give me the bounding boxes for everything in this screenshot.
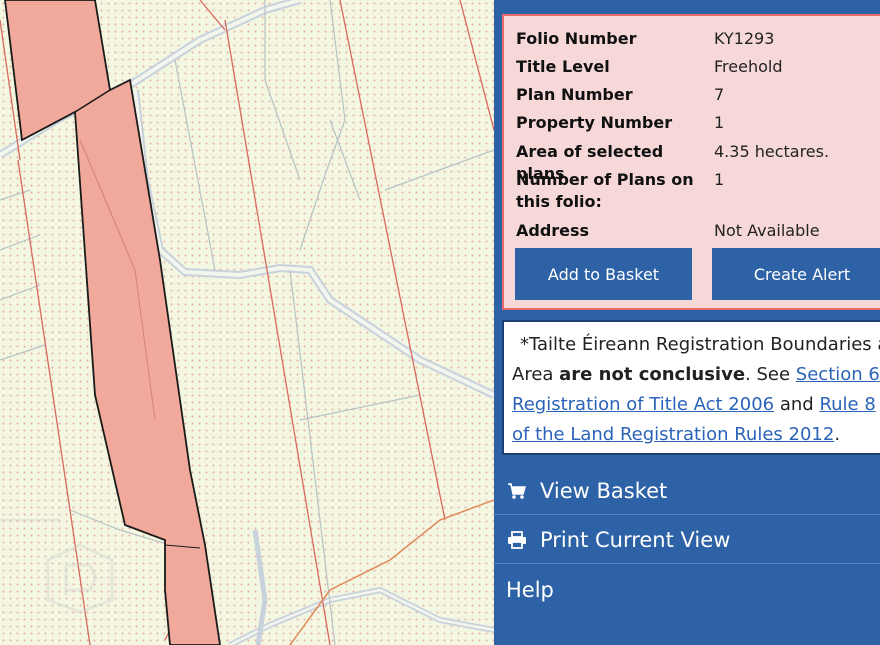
side-panel: Folio Number KY1293 Title Level Freehold… <box>494 0 880 645</box>
notice-line-4: of the Land Registration Rules 2012. <box>512 420 880 450</box>
view-basket-menu-item[interactable]: View Basket <box>494 467 880 515</box>
title-level-label: Title Level <box>516 57 610 76</box>
map-drawing <box>0 0 494 645</box>
notice-text: and <box>774 394 820 415</box>
address-value: Not Available <box>714 221 820 240</box>
section-62-link[interactable]: Section 62(2 <box>796 364 880 385</box>
notice-text: . <box>834 424 841 445</box>
registration-act-link[interactable]: Registration of Title Act 2006 <box>512 394 774 415</box>
print-view-label: Print Current View <box>540 527 731 552</box>
road <box>229 588 494 645</box>
area-value: 4.35 hectares. <box>714 142 830 161</box>
registration-notice: *Tailte Éireann Registration Boundaries … <box>502 320 880 455</box>
create-alert-button[interactable]: Create Alert <box>712 248 880 300</box>
add-to-basket-button[interactable]: Add to Basket <box>515 248 692 300</box>
print-view-menu-item[interactable]: Print Current View <box>494 516 880 564</box>
plans-count-value: 1 <box>714 170 725 189</box>
help-menu-item[interactable]: Help <box>494 566 880 614</box>
notice-line-3: Registration of Title Act 2006 and Rule … <box>512 390 880 420</box>
notice-text: Area <box>512 364 560 385</box>
rule-8-link[interactable]: Rule 8 <box>819 394 875 415</box>
property-number-value: 1 <box>714 113 725 132</box>
help-label: Help <box>506 578 554 602</box>
plan-number-label: Plan Number <box>516 85 633 104</box>
folio-number-label: Folio Number <box>516 29 637 48</box>
notice-line-1: *Tailte Éireann Registration Boundaries … <box>520 334 880 355</box>
printer-icon <box>506 530 528 549</box>
folio-number-value: KY1293 <box>714 29 775 48</box>
view-basket-label: View Basket <box>540 478 668 503</box>
plans-count-label: Number of Plans on this folio: <box>516 170 694 211</box>
selected-parcel <box>4 0 221 645</box>
road <box>228 586 494 645</box>
notice-text: . See <box>745 364 796 385</box>
panel-topbar <box>494 0 880 10</box>
cart-icon <box>506 482 528 500</box>
title-level-value: Freehold <box>714 57 783 76</box>
plan-number-value: 7 <box>714 85 725 104</box>
folio-info-card: Folio Number KY1293 Title Level Freehold… <box>502 14 880 310</box>
notice-bold-text: are not conclusive <box>559 364 746 385</box>
land-registration-rules-link[interactable]: of the Land Registration Rules 2012 <box>512 424 834 445</box>
address-label: Address <box>516 221 590 240</box>
notice-line-2: Area are not conclusive. See Section 62(… <box>512 360 880 390</box>
property-number-label: Property Number <box>516 113 673 132</box>
map-canvas[interactable] <box>0 0 494 645</box>
